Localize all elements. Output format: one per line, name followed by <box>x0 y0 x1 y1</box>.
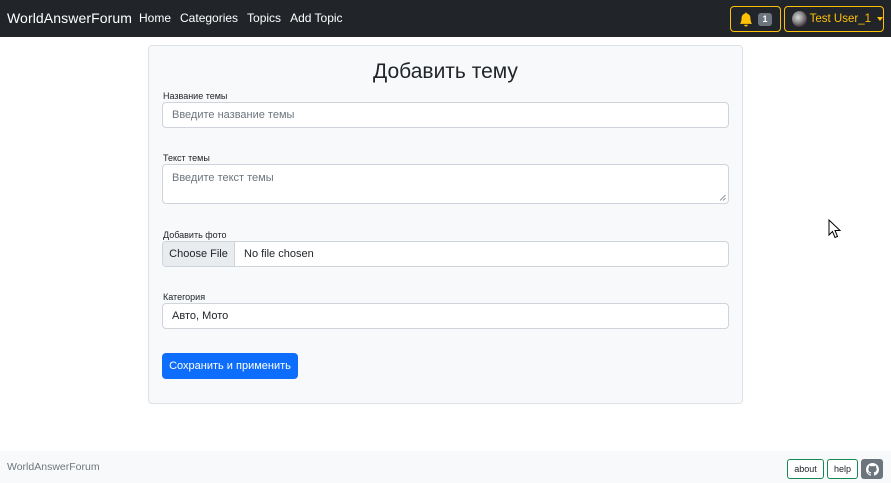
topic-text-textarea[interactable]: Введите текст темы <box>162 164 729 204</box>
topic-name-label: Название темы <box>163 91 228 101</box>
mouse-cursor-icon <box>828 219 841 239</box>
help-button[interactable]: help <box>827 459 858 479</box>
topic-name-placeholder: Введите название темы <box>172 109 295 121</box>
nav-links: Home Categories Topics Add Topic <box>139 11 352 25</box>
save-and-apply-button[interactable]: Сохранить и применить <box>162 353 298 379</box>
nav-link-add-topic[interactable]: Add Topic <box>290 11 342 25</box>
user-menu-button[interactable]: Test User_1 <box>784 6 884 32</box>
github-icon <box>865 462 879 476</box>
category-select[interactable]: Авто, Мото <box>162 303 729 329</box>
nav-link-home[interactable]: Home <box>139 11 171 25</box>
notification-count-badge: 1 <box>758 12 772 26</box>
category-selected-value: Авто, Мото <box>172 310 229 322</box>
topic-text-placeholder: Введите текст темы <box>172 172 274 184</box>
footer-brand: WorldAnswerForum <box>7 461 100 473</box>
resize-handle-icon[interactable] <box>719 194 726 201</box>
notifications-button[interactable]: 1 <box>730 6 781 32</box>
topic-name-input[interactable]: Введите название темы <box>162 102 729 128</box>
file-status-text: No file chosen <box>244 248 314 260</box>
add-topic-card: Добавить тему Название темы Введите назв… <box>148 45 743 404</box>
topic-text-label: Текст темы <box>163 153 210 163</box>
nav-link-categories[interactable]: Categories <box>180 11 238 25</box>
navbar: WorldAnswerForum Home Categories Topics … <box>0 0 891 37</box>
footer: WorldAnswerForum about help <box>0 451 891 483</box>
github-button[interactable] <box>861 459 883 479</box>
choose-file-button[interactable]: Choose File <box>163 242 235 266</box>
avatar <box>792 11 807 27</box>
user-name: Test User_1 <box>809 13 871 25</box>
nav-link-topics[interactable]: Topics <box>247 11 281 25</box>
page-title: Добавить тему <box>373 60 518 83</box>
navbar-brand[interactable]: WorldAnswerForum <box>7 10 132 26</box>
category-label: Категория <box>163 292 206 302</box>
about-button[interactable]: about <box>787 459 824 479</box>
photo-file-input[interactable]: Choose File No file chosen <box>162 241 729 267</box>
photo-label: Добавить фото <box>163 230 227 240</box>
chevron-down-icon <box>877 17 883 21</box>
bell-icon <box>740 11 753 26</box>
